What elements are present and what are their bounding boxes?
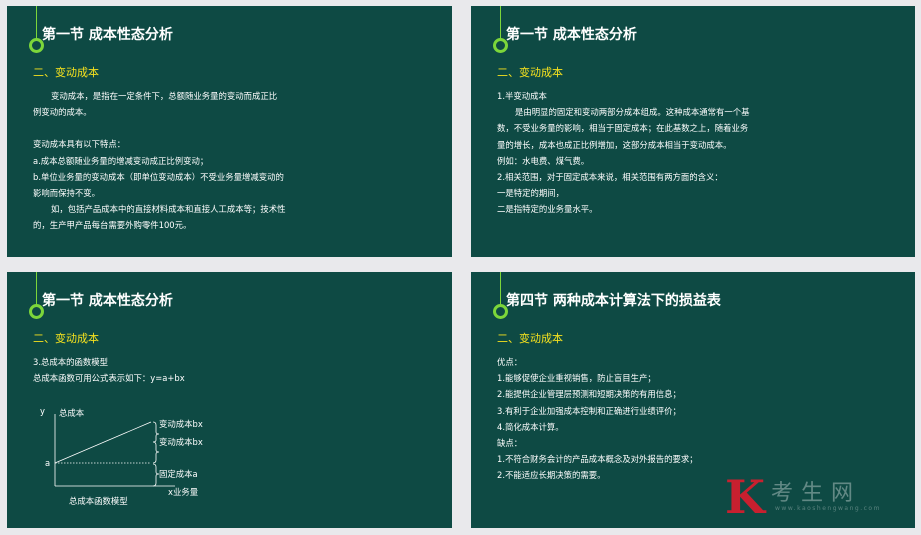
slide-title: 第一节 成本性态分析: [42, 27, 173, 43]
variable-cost-label-top: 变动成本bx: [159, 419, 203, 429]
body-line: 变动成本，是指在一定条件下，总额随业务量的变动而成正比: [51, 91, 278, 101]
slide-1[interactable]: 第一节 成本性态分析 二、变动成本 变动成本，是指在一定条件下，总额随业务量的变…: [7, 6, 452, 257]
body-line: 量的增长，成本也成正比例增加，这部分成本相当于变动成本。: [497, 139, 732, 150]
slide-subtitle: 二、变动成本: [33, 66, 99, 79]
body-line: 例如：水电费、煤气费。: [497, 155, 590, 166]
y-axis-label: y: [40, 406, 45, 416]
fixed-cost-label: 固定成本a: [159, 469, 198, 479]
body-line: 例变动的成本。: [33, 107, 92, 118]
slide-body: 变动成本，是指在一定条件下，总额随业务量的变动而成正比 例变动的成本。 变动成本…: [33, 88, 432, 234]
slide-title: 第四节 两种成本计算法下的损益表: [506, 293, 721, 309]
body-line: 的，生产甲产品每台需要外购零件100元。: [33, 220, 192, 231]
watermark-logo: K 考生网 www.kaoshengwang.com: [725, 472, 905, 522]
body-line: 变动成本具有以下特点：: [33, 139, 126, 150]
slide-body: 优点： 1.能够促使企业重视销售，防止盲目生产； 2.能提供企业管理层预测和短期…: [497, 354, 895, 484]
y-axis-name: 总成本: [59, 408, 85, 418]
slide-title: 第一节 成本性态分析: [42, 293, 173, 309]
watermark-url: www.kaoshengwang.com: [775, 505, 881, 512]
body-line: 优点：: [497, 357, 523, 367]
slide-4[interactable]: 第四节 两种成本计算法下的损益表 二、变动成本 优点： 1.能够促使企业重视销售…: [471, 272, 915, 528]
body-line: 3.总成本的函数模型: [33, 357, 108, 367]
slide-subtitle: 二、变动成本: [33, 332, 99, 345]
body-line: 如，包括产品成本中的直接材料成本和直接人工成本等；技术性: [51, 204, 286, 215]
body-line: 2.能提供企业管理层预测和短期决策的有用信息；: [497, 389, 681, 400]
variable-cost-label-mid: 变动成本bx: [159, 437, 203, 447]
body-line: 2.相关范围，对于固定成本来说，相关范围有两方面的含义：: [497, 172, 723, 183]
watermark-text: 考生网: [771, 481, 862, 506]
diagram-caption: 总成本函数模型: [69, 496, 128, 506]
pin-line-decoration: [500, 6, 501, 40]
slide-3[interactable]: 第一节 成本性态分析 二、变动成本 3.总成本的函数模型 总成本函数可用公式表示…: [7, 272, 452, 528]
body-line: 4.简化成本计算。: [497, 421, 564, 432]
pin-line-decoration: [500, 272, 501, 306]
body-line: b.单位业务量的变动成本（即单位变动成本）不受业务量增减变动的: [33, 171, 284, 182]
a-label: a: [45, 458, 51, 468]
body-line: 1.能够促使企业重视销售，防止盲目生产；: [497, 373, 656, 384]
slide-title: 第一节 成本性态分析: [506, 27, 637, 43]
cost-function-diagram: y 总成本 a 变动成本bx 变动成本bx 固定成本a x业务量 总成本函数模型: [37, 400, 227, 510]
slide-subtitle: 二、变动成本: [497, 66, 563, 79]
body-line: 二是指特定的业务量水平。: [497, 204, 598, 215]
slide-subtitle: 二、变动成本: [497, 332, 563, 345]
body-line: a.成本总额随业务量的增减变动成正比例变动；: [33, 155, 209, 166]
body-line: 1.不符合财务会计的产品成本概念及对外报告的要求；: [497, 454, 698, 465]
body-gap: [33, 120, 432, 136]
pin-line-decoration: [36, 6, 37, 40]
body-line: 影响而保持不变。: [33, 188, 100, 199]
watermark-k-icon: K: [725, 470, 765, 524]
body-line: 是由明显的固定和变动两部分成本组成。这种成本通常有一个基: [515, 107, 750, 118]
body-line: 缺点：: [497, 438, 523, 449]
slide-2[interactable]: 第一节 成本性态分析 二、变动成本 1.半变动成本 是由明显的固定和变动两部分成…: [471, 6, 915, 257]
slide-body: 1.半变动成本 是由明显的固定和变动两部分成本组成。这种成本通常有一个基 数，不…: [497, 88, 895, 218]
body-line: 3.有利于企业加强成本控制和正确进行业绩评价；: [497, 405, 681, 416]
body-line: 1.半变动成本: [497, 91, 547, 101]
body-line: 数，不受业务量的影响，相当于固定成本；在此基数之上，随着业务: [497, 123, 749, 134]
body-line: 总成本函数可用公式表示如下：y=a+bx: [33, 373, 185, 384]
pin-line-decoration: [36, 272, 37, 306]
slide-body: 3.总成本的函数模型 总成本函数可用公式表示如下：y=a+bx: [33, 354, 432, 386]
body-line: 一是特定的期间，: [497, 188, 564, 199]
x-axis-label: x业务量: [168, 487, 199, 497]
